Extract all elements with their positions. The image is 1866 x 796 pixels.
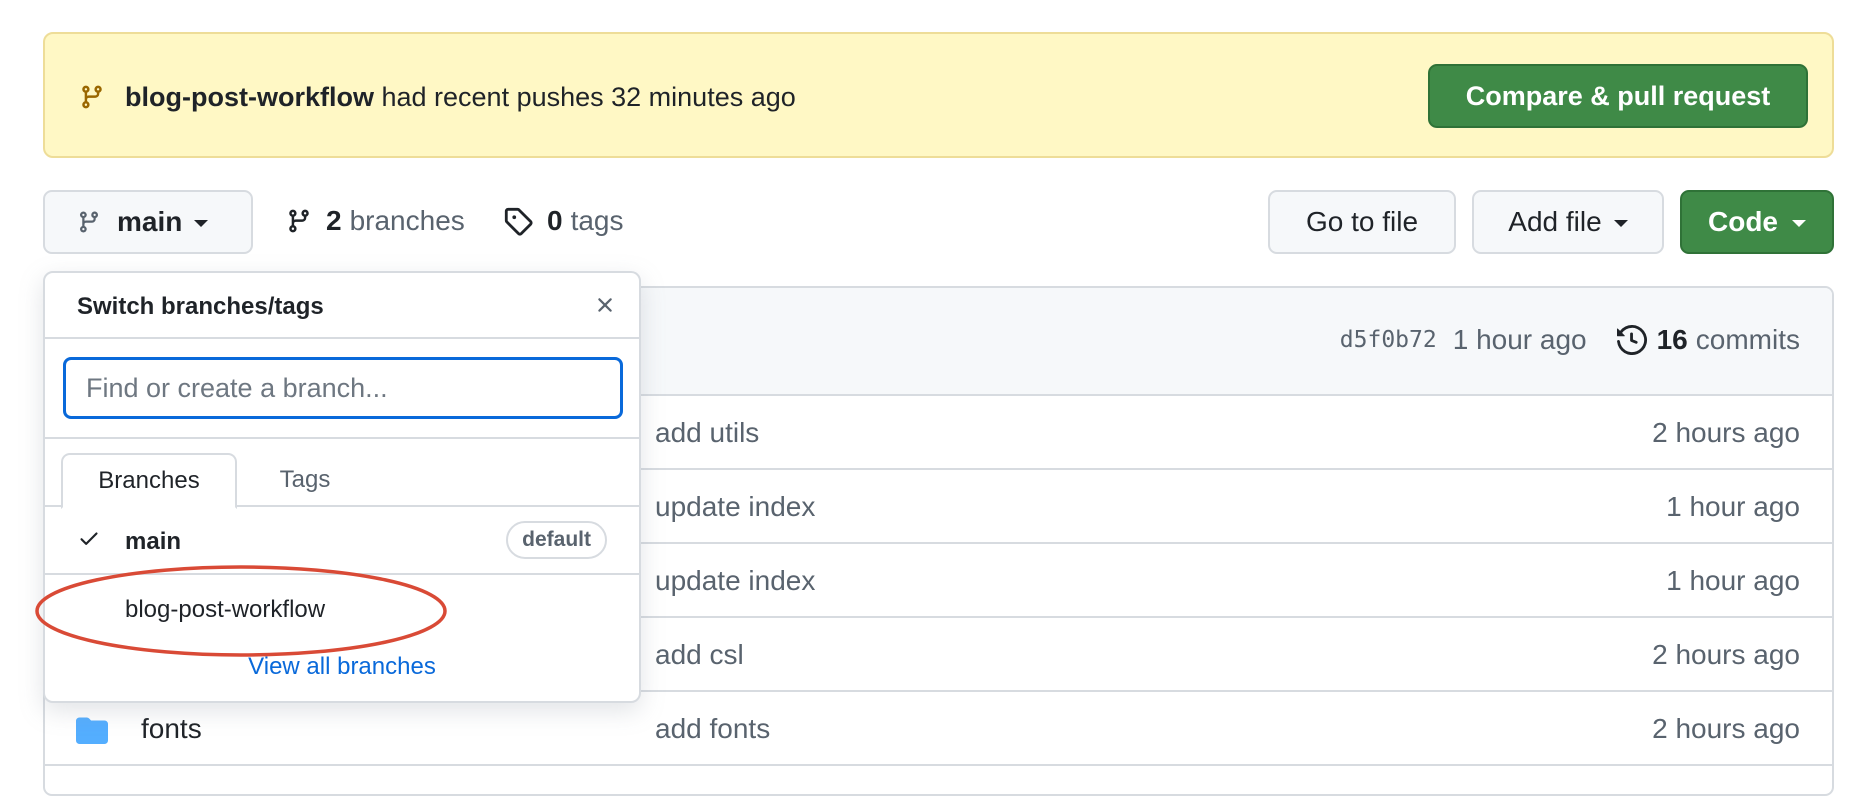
tags-label: tags — [570, 205, 624, 236]
git-branch-icon — [286, 206, 312, 236]
commit-age: 1 hour ago — [1666, 491, 1800, 522]
code-button[interactable]: Code — [1680, 190, 1834, 254]
go-to-file-button[interactable]: Go to file — [1268, 190, 1456, 254]
banner-text: blog-post-workflow had recent pushes 32 … — [125, 80, 796, 114]
add-file-button[interactable]: Add file — [1472, 190, 1664, 254]
tab-tags[interactable]: Tags — [255, 453, 355, 507]
history-icon — [1616, 325, 1647, 355]
current-branch-label: main — [117, 206, 183, 237]
chevron-down-icon — [194, 220, 209, 227]
chevron-down-icon — [1792, 220, 1806, 227]
add-file-label: Add file — [1508, 206, 1602, 237]
commits-link[interactable]: 16 commits — [1616, 324, 1800, 356]
branch-name: main — [125, 528, 182, 555]
table-row[interactable]: fonts add fonts 2 hours ago — [45, 692, 1832, 766]
view-all-branches-link[interactable]: View all branches — [45, 653, 639, 681]
branches-label: branches — [349, 205, 465, 236]
dropdown-title: Switch branches/tags — [77, 293, 324, 320]
commit-age: 2 hours ago — [1652, 713, 1800, 744]
commit-time: 1 hour ago — [1452, 324, 1587, 355]
banner-message: had recent pushes 32 minutes ago — [381, 82, 796, 112]
commit-age: 2 hours ago — [1652, 417, 1800, 448]
divider — [45, 337, 639, 339]
commit-message[interactable]: add csl — [655, 639, 744, 671]
branches-count: 2 — [326, 205, 342, 236]
compare-pull-request-button[interactable]: Compare & pull request — [1428, 64, 1808, 128]
branch-item-blog-post-workflow[interactable]: blog-post-workflow — [45, 575, 639, 643]
tab-branches[interactable]: Branches — [61, 453, 237, 509]
commit-age: 1 hour ago — [1666, 565, 1800, 596]
commit-message[interactable]: add utils — [655, 417, 759, 449]
file-name[interactable]: fonts — [141, 713, 202, 745]
branch-switcher-dropdown: Switch branches/tags Branches Tags main … — [35, 271, 641, 703]
tags-count: 0 — [547, 205, 563, 236]
commit-sha[interactable]: d5f0b72 — [1340, 327, 1437, 353]
folder-icon — [75, 716, 109, 744]
commit-age: 2 hours ago — [1652, 639, 1800, 670]
git-branch-icon — [77, 208, 101, 236]
commit-message[interactable]: update index — [655, 491, 815, 523]
close-icon[interactable] — [593, 293, 617, 317]
tag-icon — [503, 206, 533, 236]
banner-branch-name[interactable]: blog-post-workflow — [125, 82, 374, 112]
commits-count: 16 — [1656, 324, 1688, 355]
branch-item-main[interactable]: main default — [45, 507, 639, 575]
divider — [45, 437, 639, 439]
branch-select-button[interactable]: main — [43, 190, 253, 254]
chevron-down-icon — [1613, 220, 1628, 227]
branches-link[interactable]: 2 branches — [286, 205, 465, 237]
code-label: Code — [1708, 206, 1778, 237]
commit-message[interactable]: update index — [655, 565, 815, 597]
default-badge: default — [506, 521, 607, 559]
branch-search-input[interactable] — [63, 357, 623, 419]
git-branch-icon — [79, 82, 105, 112]
check-icon — [77, 531, 101, 551]
commits-label: commits — [1695, 324, 1800, 355]
tags-link[interactable]: 0 tags — [503, 205, 624, 237]
commit-message[interactable]: add fonts — [655, 713, 770, 745]
recent-push-banner: blog-post-workflow had recent pushes 32 … — [43, 32, 1834, 158]
branch-name: blog-post-workflow — [125, 596, 326, 623]
dropdown-tabs: Branches Tags — [45, 453, 639, 509]
